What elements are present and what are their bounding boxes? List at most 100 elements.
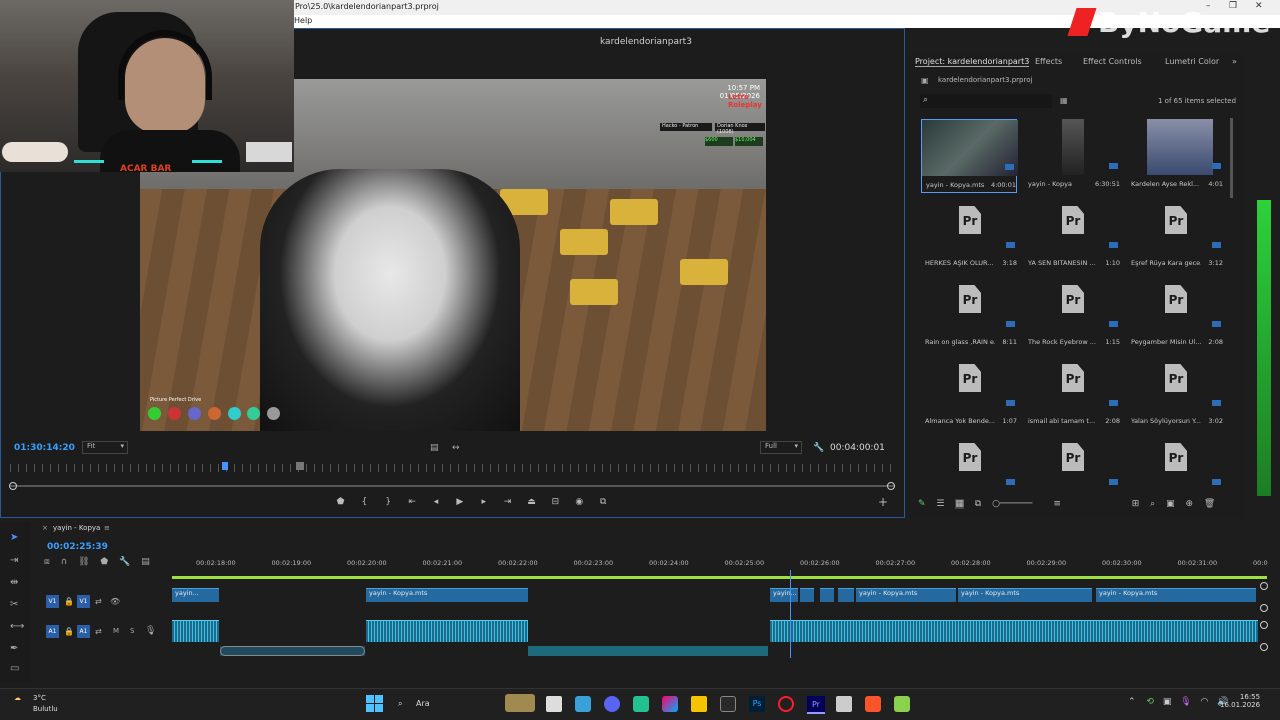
trash-icon[interactable]: 🗑 [1204,499,1215,509]
menu-help[interactable]: Help [294,16,312,25]
taskbar-clock[interactable]: 16:55 16.01.2026 [1220,693,1260,709]
video-clip[interactable] [820,588,834,602]
zoom-handle-left[interactable] [9,482,17,490]
project-item[interactable]: Pr Peygamber Misin Ul... 2:08 [1127,277,1223,351]
solo-button[interactable]: S [130,627,134,635]
timeline-playhead[interactable] [790,570,791,658]
zoom-select[interactable]: Fit ▾ [82,441,128,454]
audio-clip[interactable] [770,620,1258,642]
photoshop-icon[interactable]: Ps [749,696,765,712]
project-item[interactable]: Pr Yalan Söylüyorsun Y... 3:02 [1127,356,1223,430]
razor-icon[interactable]: ✂ [10,599,18,610]
app-icon[interactable] [836,696,852,712]
compare-icon[interactable]: ⧉ [593,497,614,507]
video-clip[interactable]: yayin - Kopya.mts [366,588,528,602]
lift-icon[interactable]: ⏏ [521,497,542,507]
video-clip[interactable]: yayin - Kopya.mts [1096,588,1256,602]
v1-target[interactable]: V1 [46,595,59,608]
steam-icon[interactable] [720,696,736,712]
weather-widget[interactable]: ☁ [14,694,21,702]
wifi-icon[interactable]: ◠ [1201,697,1209,707]
app-icon[interactable] [633,696,649,712]
mark-out-icon[interactable]: } [378,497,399,507]
discord-icon[interactable] [604,696,620,712]
app-icon[interactable] [894,696,910,712]
fit-icon[interactable]: ↔ [452,443,460,453]
audio-clip[interactable] [172,620,219,642]
extract-icon[interactable]: ⊟ [545,497,566,507]
video-clip[interactable] [800,588,814,602]
a1-label[interactable]: A1 [77,625,90,638]
track-height-handle[interactable] [1260,643,1268,651]
go-to-in-icon[interactable]: ⇤ [402,497,423,507]
video-clip[interactable]: yayin - Kopya.mts [856,588,956,602]
timeline-ruler[interactable]: 00:02:18:00 00:02:19:00 00:02:20:00 00:02:2… [172,558,1268,576]
project-item[interactable]: Kardelen Ayse Rekl... 4:01 [1127,119,1223,193]
start-button[interactable] [366,695,384,713]
settings-wrench-icon[interactable]: 🔧 [119,557,130,567]
wrench-icon[interactable]: 🔧 [813,443,824,453]
microphone-icon[interactable]: 🎙 [1180,697,1191,707]
add-marker-icon[interactable]: ⬟ [100,557,108,567]
captions-icon[interactable]: ▤ [141,557,150,567]
project-item[interactable]: Pr [1024,435,1120,509]
in-point-marker[interactable] [296,462,304,470]
mute-button[interactable]: M [113,627,119,635]
linked-selection-icon[interactable]: ⛓ [78,557,89,567]
opera-icon[interactable] [778,696,794,712]
marker-icon[interactable]: ⬟ [330,497,351,507]
selection-tool-icon[interactable]: ➤ [10,532,18,543]
track-select-icon[interactable]: ⇥ [10,555,18,566]
nvidia-icon[interactable]: ▣ [1163,697,1172,707]
audio-clip[interactable] [366,620,528,642]
premiere-pro-icon[interactable]: Pr [807,696,825,714]
network-app-icon[interactable]: ⟲ [1146,697,1154,707]
tab-project[interactable]: Project: kardelendorianpart3 [915,57,1030,67]
search-input[interactable] [920,94,1052,108]
project-item[interactable]: yayin - Kopya.mts 4:00:01 [921,119,1018,193]
tab-effect-controls[interactable]: Effect Controls [1083,57,1142,66]
panel-overflow-icon[interactable]: » [1232,57,1237,66]
mark-in-icon[interactable]: { [354,497,375,507]
sync-lock-icon[interactable]: ⇄ [95,627,102,636]
video-clip[interactable]: yayin... [172,588,219,602]
resolution-select[interactable]: Full ▾ [760,441,802,454]
find-icon[interactable]: ⌕ [1150,499,1155,509]
video-clip[interactable]: yayin - Kopya.mts [958,588,1092,602]
project-item[interactable]: Pr HERKES AŞIK OLUR... 3:18 [921,198,1017,272]
zoom-slider-icon[interactable]: ○────── [992,499,1032,509]
pencil-icon[interactable]: ✎ [918,499,926,509]
track-height-handle[interactable] [1260,582,1268,590]
project-scrollbar[interactable] [1230,118,1233,198]
new-bin-icon[interactable]: ▦ [1060,96,1068,105]
project-item[interactable]: Pr [1127,435,1223,509]
safe-margins-icon[interactable]: ▤ [430,443,439,453]
list-view-icon[interactable]: ☰ [936,499,944,509]
step-back-icon[interactable]: ◂ [426,497,447,507]
project-item[interactable]: yayin - Kopya 6:30:51 [1024,119,1120,193]
timeline-timecode[interactable]: 00:02:25:39 [47,542,108,552]
playhead-timecode[interactable]: 01:30:14:20 [14,443,75,453]
pen-tool-icon[interactable]: ✒ [10,643,18,654]
file-explorer-icon[interactable] [691,696,707,712]
automate-icon[interactable]: ⊞ [1132,499,1140,509]
freeform-view-icon[interactable]: ⧉ [975,499,981,509]
project-item[interactable]: Pr Rain on glass ,RAIN e... 8:11 [921,277,1017,351]
project-item[interactable]: Pr Eşref Rüya Kara gece... 3:12 [1127,198,1223,272]
brave-icon[interactable] [865,696,881,712]
snap-icon[interactable]: ∩ [61,557,68,567]
sort-icon[interactable]: ≡ [1053,499,1061,509]
video-clip[interactable] [838,588,854,602]
copilot-icon[interactable] [662,696,678,712]
nest-icon[interactable]: ⧈ [44,557,50,567]
video-clip[interactable]: yayin... [770,588,798,602]
icon-view-icon[interactable]: ▦ [955,499,964,509]
tab-menu-icon[interactable]: ≡ [104,524,110,532]
app-icon[interactable] [575,696,591,712]
tab-lumetri-color[interactable]: Lumetri Color [1165,57,1219,66]
ripple-edit-icon[interactable]: ⇹ [10,577,18,588]
new-bin-icon[interactable]: ▣ [1166,499,1175,509]
new-item-icon[interactable]: ⊕ [1185,499,1193,509]
monitor-time-ruler[interactable] [10,464,895,472]
project-item[interactable]: Pr Almanca Yok Bende... 1:07 [921,356,1017,430]
